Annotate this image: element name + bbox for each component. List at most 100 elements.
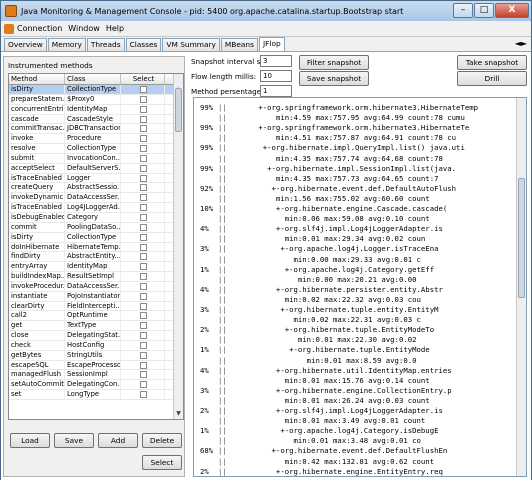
select-checkbox[interactable] [140, 381, 147, 389]
column-header-class[interactable]: Class [65, 74, 121, 84]
select-checkbox[interactable] [140, 302, 147, 310]
select-checkbox[interactable] [140, 341, 147, 349]
table-row[interactable]: close DelegatingStat... [9, 331, 183, 341]
filter-snapshot-button[interactable]: Filter snapshot [299, 55, 369, 70]
table-row[interactable]: isDirty CollectionType [9, 85, 183, 95]
flow-length-field[interactable]: 10 [260, 70, 292, 82]
select-button[interactable]: Select [142, 455, 182, 470]
select-checkbox[interactable] [140, 253, 147, 261]
table-row[interactable]: clearDirty FieldIntercepti... [9, 301, 183, 312]
drill-button[interactable]: Drill [457, 71, 527, 86]
select-checkbox[interactable] [140, 391, 147, 399]
select-checkbox[interactable] [140, 332, 147, 340]
select-checkbox[interactable] [140, 174, 147, 182]
table-row[interactable]: managedFlush SessionImpl [9, 370, 183, 381]
select-checkbox[interactable] [140, 105, 147, 113]
select-checkbox[interactable] [140, 135, 147, 143]
table-row[interactable]: cascade CascadeStyle [9, 114, 183, 125]
save-button[interactable]: Save [54, 433, 94, 448]
tab-jflop[interactable]: JFlop [258, 37, 285, 51]
output-scrollbar[interactable] [516, 98, 526, 476]
table-row[interactable]: isDirty CollectionType [9, 232, 183, 243]
table-row[interactable]: concurrentEntriesIdentityMap [9, 104, 183, 115]
menu-connection[interactable]: Connection [17, 24, 62, 33]
method-percentage-field[interactable]: 1 [260, 85, 292, 97]
title-bar[interactable]: Java Monitoring & Management Console - p… [1, 1, 531, 21]
take-snapshot-button[interactable]: Take snapshot [457, 55, 527, 70]
tab-classes[interactable]: Classes [125, 38, 162, 51]
select-checkbox[interactable] [140, 164, 147, 172]
table-row[interactable]: commitTransac... JDBCTransaction [9, 124, 183, 135]
select-checkbox[interactable] [140, 263, 147, 271]
minimize-button[interactable]: – [453, 3, 473, 18]
select-checkbox[interactable] [140, 213, 147, 221]
snapshot-interval-field[interactable]: 3 [260, 55, 292, 67]
select-checkbox[interactable] [140, 233, 147, 241]
select-checkbox[interactable] [140, 95, 147, 103]
maximize-button[interactable]: □ [474, 3, 494, 18]
table-row[interactable]: entryArray IdentityMap [9, 262, 183, 273]
tab-memory[interactable]: Memory [47, 38, 86, 51]
table-row[interactable]: findDirty AbstractEntity... [9, 252, 183, 263]
table-row[interactable]: check HostConfig [9, 340, 183, 351]
column-header-select[interactable]: Select [121, 74, 165, 84]
select-checkbox[interactable] [140, 223, 147, 231]
add-button[interactable]: Add [98, 433, 138, 448]
scrollbar-thumb[interactable] [175, 88, 182, 132]
table-row[interactable]: get TextType [9, 321, 183, 332]
methods-scrollbar[interactable]: ▲ ▼ [173, 74, 183, 419]
select-checkbox[interactable] [140, 312, 147, 320]
delete-button[interactable]: Delete [142, 433, 182, 448]
select-checkbox[interactable] [140, 145, 147, 153]
table-row[interactable]: createQuery AbstractSessio... [9, 183, 183, 194]
menu-window[interactable]: Window [68, 24, 100, 33]
table-row[interactable]: invoke Procedure [9, 134, 183, 145]
select-checkbox[interactable] [140, 86, 147, 93]
select-checkbox[interactable] [140, 351, 147, 359]
select-checkbox[interactable] [140, 115, 147, 123]
save-snapshot-button[interactable]: Save snapshot [299, 71, 369, 86]
select-checkbox[interactable] [140, 243, 147, 251]
tab-vm-summary[interactable]: VM Summary [162, 38, 220, 51]
call-tree-output[interactable]: 99% || +-org.springframework.orm.hibernat… [193, 97, 527, 477]
table-row[interactable]: instantiate PojoInstantiator [9, 291, 183, 302]
select-checkbox[interactable] [140, 322, 147, 330]
select-checkbox[interactable] [140, 292, 147, 300]
select-checkbox[interactable] [140, 371, 147, 379]
column-header-method[interactable]: Method [9, 74, 65, 84]
close-button[interactable]: X [495, 3, 529, 18]
table-row[interactable]: acceptSelect DefaultServerS... [9, 163, 183, 174]
tab-overview[interactable]: Overview [4, 38, 47, 51]
table-row[interactable]: buildIndexMap... ResultSetImpl [9, 272, 183, 282]
table-row[interactable]: invokeDynamic... DataAccessSer... [9, 193, 183, 204]
select-checkbox[interactable] [140, 273, 147, 281]
table-row[interactable]: invokeProcedur... DataAccessSer... [9, 281, 183, 292]
table-row[interactable]: commit PoolingDataSo... [9, 222, 183, 233]
select-checkbox[interactable] [140, 204, 147, 212]
table-row[interactable]: getBytes StringUtils [9, 350, 183, 361]
table-row[interactable]: submit InvocationCon... [9, 153, 183, 164]
table-row[interactable]: prepareStatem... $Proxy0 [9, 94, 183, 105]
table-row[interactable]: isTraceEnabled Log4JLoggerAd... [9, 203, 183, 213]
select-checkbox[interactable] [140, 282, 147, 290]
table-row[interactable]: isTraceEnabled Logger [9, 173, 183, 184]
output-scrollbar-thumb[interactable] [518, 178, 525, 298]
select-checkbox[interactable] [140, 154, 147, 162]
scroll-down-arrow-icon[interactable]: ▼ [174, 409, 183, 419]
tab-threads[interactable]: Threads [86, 38, 125, 51]
table-row[interactable]: escapeSQL EscapeProcessor [9, 360, 183, 371]
table-row[interactable]: call2 OptRuntime [9, 311, 183, 322]
tab-mbeans[interactable]: MBeans [220, 38, 258, 51]
table-row[interactable]: isDebugEnabled Category [9, 212, 183, 223]
select-checkbox[interactable] [140, 184, 147, 192]
tab-scroll-arrows-icon[interactable]: ◄► [515, 39, 527, 48]
table-row[interactable]: set LongType [9, 390, 183, 400]
select-checkbox[interactable] [140, 125, 147, 133]
table-row[interactable]: doInHibernate HibernateTemp... [9, 242, 183, 253]
menu-help[interactable]: Help [106, 24, 124, 33]
table-row[interactable]: setAutoCommit DelegatingCon... [9, 380, 183, 391]
load-button[interactable]: Load [10, 433, 50, 448]
select-checkbox[interactable] [140, 361, 147, 369]
table-row[interactable]: resolve CollectionType [9, 144, 183, 154]
select-checkbox[interactable] [140, 194, 147, 202]
